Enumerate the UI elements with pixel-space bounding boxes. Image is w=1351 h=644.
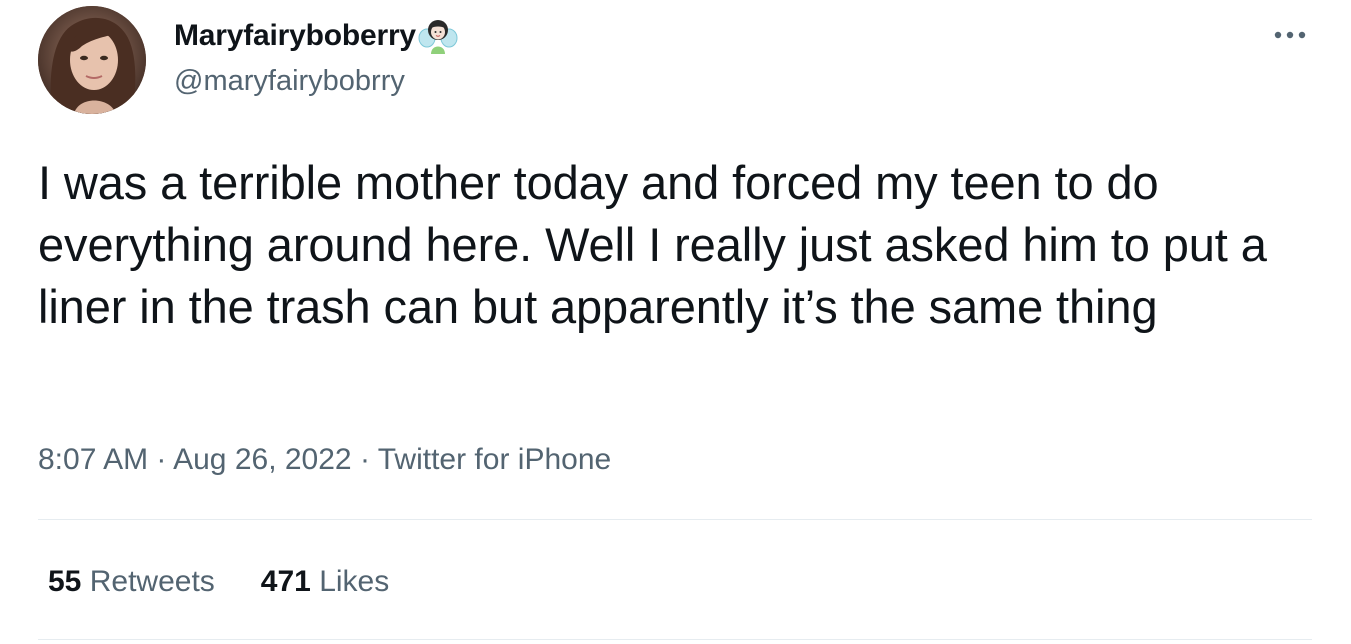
likes-count: 471 [260,565,311,598]
author-name-row: Maryfairyboberry [174,17,458,55]
tweet-card: Maryfairyboberry @maryfairybobrry I was … [0,0,1351,644]
meta-separator: · [359,443,370,476]
retweets-stat[interactable]: 55 Retweets [48,562,215,602]
tweet-text: I was a terrible mother today and forced… [38,156,1267,333]
tweet-time-link[interactable]: 8:07 AM [38,443,148,476]
tweet-stats: 55 Retweets 471 Likes [48,562,389,602]
tweet-date-link[interactable]: Aug 26, 2022 [173,443,352,476]
author-display-name[interactable]: Maryfairyboberry [174,17,416,55]
tweet-source-link[interactable]: Twitter for iPhone [378,443,611,476]
retweets-label: Retweets [89,565,215,598]
avatar-photo [38,6,146,114]
divider [38,639,1312,640]
tweet-meta: 8:07 AM · Aug 26, 2022 · Twitter for iPh… [38,440,611,480]
more-horizontal-icon [1273,27,1307,45]
divider [38,519,1312,520]
avatar[interactable] [38,6,146,114]
likes-stat[interactable]: 471 Likes [261,562,389,602]
author-handle[interactable]: @maryfairybobrry [174,63,405,99]
fairy-icon [418,16,458,56]
more-options-button[interactable] [1268,18,1312,54]
likes-label: Likes [319,565,390,598]
retweets-count: 55 [48,565,82,598]
meta-separator: · [156,443,167,476]
